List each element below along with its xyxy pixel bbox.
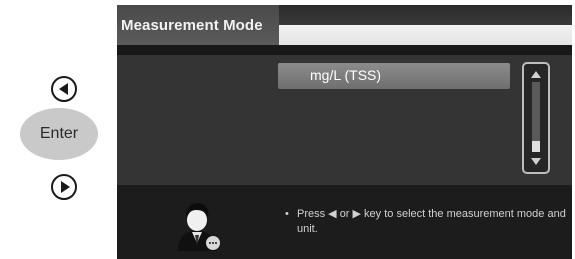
page-title: Measurement Mode <box>117 5 279 45</box>
scroll-thumb[interactable] <box>532 141 540 152</box>
scroll-down-icon[interactable] <box>531 158 541 165</box>
help-bullet: • <box>285 208 289 220</box>
header-divider <box>117 45 572 55</box>
right-button[interactable] <box>51 174 77 200</box>
scrollbar[interactable] <box>522 62 550 174</box>
right-arrow-icon <box>61 181 70 193</box>
enter-button[interactable]: Enter <box>20 108 98 160</box>
helper-person-icon <box>178 203 220 251</box>
help-text-block: • Press ◀ or ▶ key to select the measure… <box>285 207 570 237</box>
left-arrow-icon <box>58 83 68 95</box>
device-screen: Measurement Mode mg/L (TSS) • Press ◀ or… <box>117 5 572 259</box>
scroll-up-icon[interactable] <box>531 71 541 78</box>
help-panel: • Press ◀ or ▶ key to select the measure… <box>117 185 572 259</box>
left-button[interactable] <box>51 76 77 102</box>
help-text: Press ◀ or ▶ key to select the measureme… <box>297 208 566 235</box>
selected-option[interactable]: mg/L (TSS) <box>278 63 510 89</box>
header-bar <box>279 25 572 45</box>
